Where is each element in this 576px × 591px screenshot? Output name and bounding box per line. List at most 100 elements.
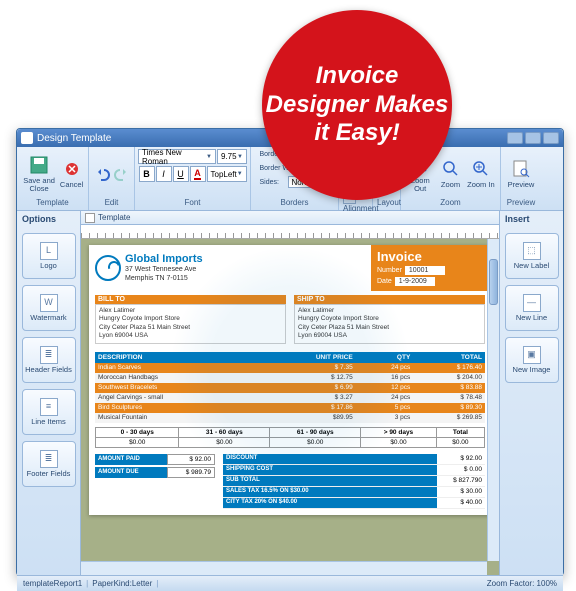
panel-button-new-image[interactable]: ▣New Image	[505, 337, 559, 383]
aging-table: 0 - 30 days31 - 60 days61 - 90 days> 90 …	[95, 427, 485, 448]
invoice-date-label: Date	[377, 278, 392, 285]
chevron-down-icon: ▼	[206, 154, 212, 160]
total-row: DISCOUNT$ 92.00	[223, 454, 485, 465]
ship-to-address: Alex LatimerHungry Coyote Import StoreCi…	[294, 304, 485, 344]
font-color-button[interactable]: A	[190, 166, 206, 182]
aging-header: > 90 days	[361, 427, 437, 437]
status-paperkind: PaperKind:Letter	[92, 579, 152, 588]
line-items-table: DESCRIPTIONUNIT PRICEQTYTOTAL Indian Sca…	[95, 352, 485, 423]
scrollbar-thumb[interactable]	[489, 259, 498, 305]
panel-button-logo[interactable]: L Logo	[22, 233, 76, 279]
font-color-icon: A	[194, 168, 201, 180]
invoice-page[interactable]: Global Imports 37 West Tennesee Ave Memp…	[89, 245, 491, 515]
col-header: QTY	[356, 352, 414, 363]
minimize-button[interactable]	[507, 132, 523, 144]
aging-header: Total	[436, 427, 484, 437]
panel-button-header-fields[interactable]: ≣ Header Fields	[22, 337, 76, 383]
preview-button[interactable]: Preview	[505, 152, 537, 196]
invoice-date-value: 1-9-2009	[395, 277, 435, 286]
group-preview-label: Preview	[505, 198, 537, 208]
maximize-button[interactable]	[525, 132, 541, 144]
aging-cell: $0.00	[270, 437, 361, 447]
invoice-number-label: Number	[377, 267, 402, 274]
save-close-button[interactable]: Save and Close	[21, 152, 57, 196]
panel-icon: L	[40, 242, 58, 260]
amount-paid-value: $ 92.00	[167, 454, 215, 465]
options-panel: Options L Logo W Watermark ≣ Header Fields ≡ Li…	[17, 211, 81, 575]
aging-header: 61 - 90 days	[270, 427, 361, 437]
group-edit-label: Edit	[93, 198, 130, 208]
panel-button-footer-fields[interactable]: ≣ Footer Fields	[22, 441, 76, 487]
group-layout-label: Layout	[377, 198, 396, 208]
save-icon	[28, 154, 50, 176]
panel-icon: ≣	[40, 346, 58, 364]
bold-button[interactable]: B	[139, 166, 155, 182]
template-tabbar: Template	[81, 211, 499, 225]
panel-icon: —	[523, 294, 541, 312]
window-title: Design Template	[37, 133, 111, 144]
chevron-down-icon: ▼	[237, 171, 243, 177]
template-tab-icon	[85, 213, 95, 223]
options-title: Options	[17, 211, 80, 227]
table-row: Moroccan Handbags$ 12.7516 pcs$ 204.00	[95, 373, 485, 383]
amount-due-label: AMOUNT DUE	[95, 467, 167, 478]
horizontal-scrollbar[interactable]	[81, 561, 487, 575]
panel-button-watermark[interactable]: W Watermark	[22, 285, 76, 331]
aging-cell: $0.00	[361, 437, 437, 447]
undo-button[interactable]	[93, 164, 111, 184]
panel-button-label: Logo	[40, 262, 57, 270]
panel-button-label: Line Items	[31, 418, 66, 426]
panel-button-label: Footer Fields	[27, 470, 71, 478]
panel-button-label: Watermark	[30, 314, 66, 322]
panel-icon: ≡	[40, 398, 58, 416]
app-icon	[21, 132, 33, 144]
zoom-in-icon	[470, 158, 492, 180]
border-sides-label: Sides:	[260, 179, 286, 186]
col-header: TOTAL	[413, 352, 485, 363]
panel-icon: ≣	[40, 450, 58, 468]
aging-header: 0 - 30 days	[96, 427, 179, 437]
cancel-icon	[61, 158, 83, 180]
status-report: templateReport1	[23, 579, 82, 588]
redo-button[interactable]	[113, 164, 131, 184]
horizontal-ruler	[81, 225, 499, 239]
bill-to-header: BILL TO	[95, 295, 286, 304]
group-zoom-label: Zoom	[405, 198, 496, 208]
aging-cell: $0.00	[96, 437, 179, 447]
underline-button[interactable]: U	[173, 166, 189, 182]
panel-button-new-label[interactable]: ⬚New Label	[505, 233, 559, 279]
amount-paid-label: AMOUNT PAID	[95, 454, 167, 465]
total-row: CITY TAX 20% ON $40.00$ 40.00	[223, 498, 485, 509]
template-tab[interactable]: Template	[98, 213, 130, 222]
table-row: Musical Fountain$89.953 pcs$ 269.85	[95, 413, 485, 423]
totals-block: DISCOUNT$ 92.00SHIPPING COST$ 0.00SUB TO…	[223, 454, 485, 509]
text-align-select[interactable]: TopLeft▼	[207, 166, 247, 182]
italic-button[interactable]: I	[156, 166, 172, 182]
aging-header: 31 - 60 days	[179, 427, 270, 437]
table-row: Southwest Bracelets$ 6.9912 pcs$ 83.88	[95, 383, 485, 393]
insert-title: Insert	[500, 211, 563, 227]
panel-button-line-items[interactable]: ≡ Line Items	[22, 389, 76, 435]
app-window: Design Template Save and Close Cancel Te…	[16, 128, 564, 576]
table-row: Angel Carvings - small$ 3.2724 pcs$ 78.4…	[95, 393, 485, 403]
group-font-label: Font	[139, 198, 246, 208]
panel-button-label: New Label	[514, 262, 549, 270]
design-surface: Template Global Imports 37 West Tennesee…	[81, 211, 499, 575]
close-button[interactable]	[543, 132, 559, 144]
aging-cell: $0.00	[179, 437, 270, 447]
panel-button-label: Header Fields	[25, 366, 72, 374]
cancel-button[interactable]: Cancel	[59, 152, 84, 196]
panel-button-new-line[interactable]: —New Line	[505, 285, 559, 331]
total-row: SALES TAX 16.5% ON $30.00$ 30.00	[223, 487, 485, 498]
font-size-select[interactable]: 9.75▼	[217, 149, 247, 164]
vertical-scrollbar[interactable]	[487, 239, 499, 561]
preview-icon	[510, 158, 532, 180]
panel-icon: W	[40, 294, 58, 312]
zoom-in-button[interactable]: Zoom In	[466, 152, 496, 196]
redo-icon	[114, 166, 130, 182]
font-name-select[interactable]: Times New Roman▼	[138, 149, 216, 164]
company-logo	[95, 255, 121, 281]
table-row: Indian Scarves$ 7.3524 pcs$ 176.40	[95, 363, 485, 373]
zoom-button[interactable]: Zoom	[437, 152, 463, 196]
col-header: UNIT PRICE	[258, 352, 356, 363]
